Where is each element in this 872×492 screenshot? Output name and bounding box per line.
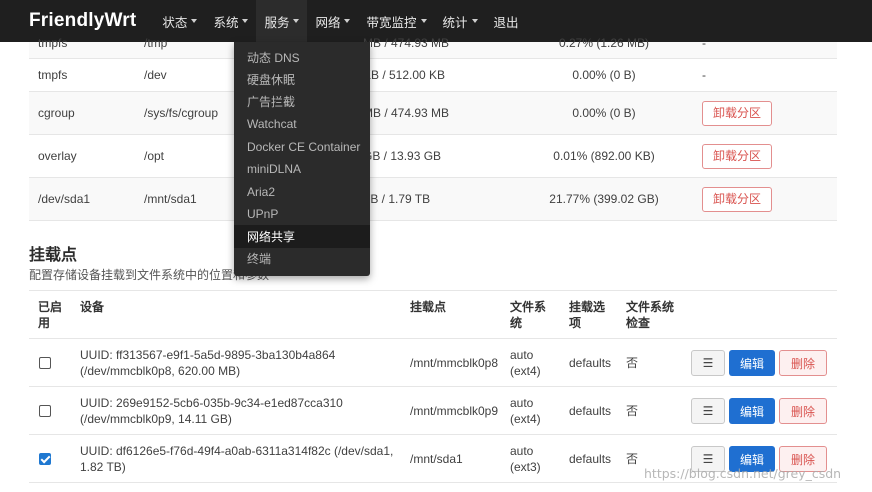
header-enabled: 已启用 [38,300,63,330]
table-row: overlay /opt GB / 13.93 GB 0.01% (892.00… [29,135,837,178]
header-mountpoint: 挂载点 [410,300,447,314]
device-cell: UUID: df6126e5-f76d-49f4-a0ab-6311a314f8… [80,443,394,474]
menu-item-aria2[interactable]: Aria2 [234,180,370,202]
delete-button[interactable]: 删除 [779,350,827,376]
size-cell: GB / 13.93 GB [363,149,442,163]
mountpoint-cell: /tmp [144,36,168,50]
caret-down-icon [420,19,427,23]
size-cell: MB / 474.93 MB [363,106,450,120]
fs-cell: overlay [38,149,77,163]
used-cell: 0.00% (0 B) [572,68,636,82]
mountpoint-cell: /mnt/mmcblk0p9 [410,403,499,418]
fstype-cell: auto (ext3) [510,443,541,474]
caret-down-icon [242,19,249,23]
device-cell: UUID: ff313567-e9f1-5a5d-9895-3ba130b4a8… [80,347,336,378]
mountpoint-cell: /dev [144,68,167,82]
row-actions: ☰ 编辑 删除 [691,398,827,424]
fs-cell: tmpfs [38,68,68,82]
size-cell: TB / 1.79 TB [363,192,431,206]
table-row: cgroup /sys/fs/cgroup MB / 474.93 MB 0.0… [29,92,837,135]
fsck-cell: 否 [626,451,639,466]
drag-menu-button[interactable]: ☰ [691,350,725,376]
nav-network[interactable]: 网络 [307,0,358,42]
unmount-button[interactable]: 卸载分区 [702,100,773,126]
menu-item-minidlna[interactable]: miniDLNA [234,158,370,180]
fsck-cell: 否 [626,403,639,418]
size-cell: MB / 474.93 MB [363,36,450,50]
table-row: tmpfs /tmp MB / 474.93 MB 0.27% (1.26 MB… [29,36,837,59]
enable-checkbox[interactable] [39,453,51,465]
table-row: UUID: ff313567-e9f1-5a5d-9895-3ba130b4a8… [29,339,837,387]
menu-item-terminal[interactable]: 终端 [234,248,370,270]
nav-services[interactable]: 服务 [256,0,308,42]
brand-logo[interactable]: FriendlyWrt [29,10,136,32]
options-cell: defaults [569,451,612,466]
services-dropdown-menu: 动态 DNS 硬盘休眠 广告拦截 Watchcat Docker CE Cont… [234,42,370,276]
unmount-button[interactable]: 卸载分区 [702,143,773,169]
header-fstype: 文件系统 [510,300,547,330]
delete-button[interactable]: 删除 [779,398,827,424]
row-actions: ☰ 编辑 删除 [691,350,827,376]
menu-item-adblock[interactable]: 广告拦截 [234,91,370,113]
caret-down-icon [471,19,478,23]
caret-down-icon [293,19,300,23]
section-description: 配置存储设备挂载到文件系统中的位置和参数 [29,268,270,282]
menu-item-ddns[interactable]: 动态 DNS [234,46,370,68]
enable-checkbox[interactable] [39,357,51,369]
edit-button[interactable]: 编辑 [729,350,775,376]
fsck-cell: 否 [626,355,639,370]
drag-menu-button[interactable]: ☰ [691,398,725,424]
table-header: 已启用 设备 挂载点 文件系统 挂载选项 文件系统检查 [29,291,837,339]
caret-down-icon [344,19,351,23]
menu-item-network-share[interactable]: 网络共享 [234,225,370,248]
used-cell: 0.27% (1.26 MB) [558,36,650,50]
action-cell: - [702,36,706,50]
used-cell: 21.77% (399.02 GB) [549,192,659,206]
menu-item-hd-idle[interactable]: 硬盘休眠 [234,68,370,90]
enable-checkbox[interactable] [39,405,51,417]
mountpoint-cell: /mnt/sda1 [144,192,197,206]
device-cell: UUID: 269e9152-5cb6-035b-9c34-e1ed87cca3… [80,395,343,426]
table-row: /dev/sda1 /mnt/sda1 TB / 1.79 TB 21.77% … [29,178,837,221]
table-row: UUID: 269e9152-5cb6-035b-9c34-e1ed87cca3… [29,387,837,435]
action-cell: - [702,68,706,82]
fs-cell: cgroup [38,106,75,120]
fstype-cell: auto (ext4) [510,395,541,426]
options-cell: defaults [569,403,612,418]
mount-points-table: 已启用 设备 挂载点 文件系统 挂载选项 文件系统检查 UUID: ff3135… [29,290,837,483]
used-cell: 0.01% (892.00 KB) [553,149,655,163]
nav-system[interactable]: 系统 [205,0,256,42]
header-options: 挂载选项 [569,300,606,330]
watermark-text: https://blog.csdn.net/grey_csdn [644,466,842,481]
header-device: 设备 [80,300,105,314]
edit-button[interactable]: 编辑 [729,398,775,424]
mountpoint-cell: /sys/fs/cgroup [144,106,219,120]
menu-item-docker[interactable]: Docker CE Container [234,136,370,158]
menu-item-upnp[interactable]: UPnP [234,203,370,225]
header-fsck: 文件系统检查 [626,300,675,330]
fs-cell: /dev/sda1 [38,192,91,206]
mountpoint-cell: /opt [144,149,165,163]
menu-item-watchcat[interactable]: Watchcat [234,113,370,135]
mounted-filesystems-table: tmpfs /tmp MB / 474.93 MB 0.27% (1.26 MB… [29,36,837,221]
unmount-button[interactable]: 卸载分区 [702,186,773,212]
mountpoint-cell: /mnt/mmcblk0p8 [410,355,499,370]
size-cell: KB / 512.00 KB [363,68,446,82]
caret-down-icon [191,19,198,23]
used-cell: 0.00% (0 B) [572,106,636,120]
mountpoint-cell: /mnt/sda1 [410,451,463,466]
fs-cell: tmpfs [38,36,68,50]
section-title: 挂载点 [29,247,78,264]
fstype-cell: auto (ext4) [510,347,541,378]
table-row: tmpfs /dev KB / 512.00 KB 0.00% (0 B) - [29,59,837,92]
options-cell: defaults [569,355,612,370]
